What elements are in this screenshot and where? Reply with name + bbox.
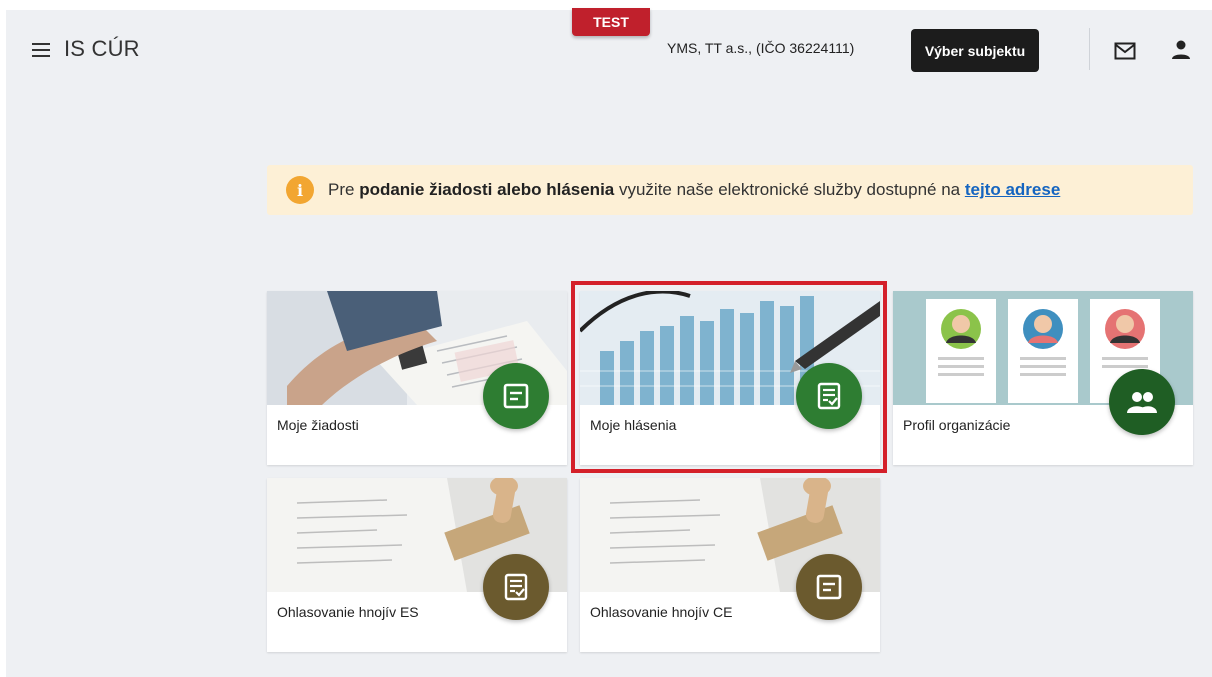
app-title: IS CÚR [64, 36, 140, 61]
card-ohlasovanie-es[interactable]: Ohlasovanie hnojív ES [267, 478, 567, 652]
card-action-fab[interactable] [796, 554, 862, 620]
card-profil-organizacie[interactable]: Profil organizácie [893, 291, 1193, 465]
header-divider [1089, 28, 1090, 70]
card-moje-hlasenia[interactable]: Moje hlásenia [580, 291, 880, 465]
card-label: Moje hlásenia [590, 417, 677, 433]
organization-name: YMS, TT a.s., (IČO 36224111) [667, 40, 855, 56]
card-label: Moje žiadosti [277, 417, 359, 433]
info-banner-text: Pre podanie žiadosti alebo hlásenia využ… [328, 180, 1060, 200]
card-action-fab[interactable] [1109, 369, 1175, 435]
card-label: Profil organizácie [903, 417, 1011, 433]
banner-text-bold: podanie žiadosti alebo hlásenia [359, 180, 615, 199]
card-label: Ohlasovanie hnojív CE [590, 604, 733, 620]
banner-text-end: využite naše elektronické služby dostupn… [614, 180, 965, 199]
info-icon: i [286, 176, 314, 204]
select-subject-button[interactable]: Výber subjektu [911, 29, 1039, 72]
card-label: Ohlasovanie hnojív ES [277, 604, 419, 620]
banner-text-start: Pre [328, 180, 360, 199]
info-banner: i Pre podanie žiadosti alebo hlásenia vy… [267, 165, 1193, 215]
card-action-fab[interactable] [483, 554, 549, 620]
document-icon [503, 383, 529, 409]
user-icon[interactable] [1170, 39, 1192, 61]
card-moje-ziadosti[interactable]: Moje žiadosti [267, 291, 567, 465]
card-action-fab[interactable] [483, 363, 549, 429]
mail-icon[interactable] [1114, 42, 1136, 60]
banner-link[interactable]: tejto adrese [965, 180, 1060, 199]
hamburger-menu-icon[interactable] [30, 38, 54, 62]
card-action-fab[interactable] [796, 363, 862, 429]
document-icon [816, 574, 842, 600]
environment-badge: TEST [572, 8, 650, 36]
checklist-icon [504, 573, 528, 601]
group-icon [1127, 392, 1157, 413]
card-ohlasovanie-ce[interactable]: Ohlasovanie hnojív CE [580, 478, 880, 652]
checklist-icon [817, 382, 841, 410]
